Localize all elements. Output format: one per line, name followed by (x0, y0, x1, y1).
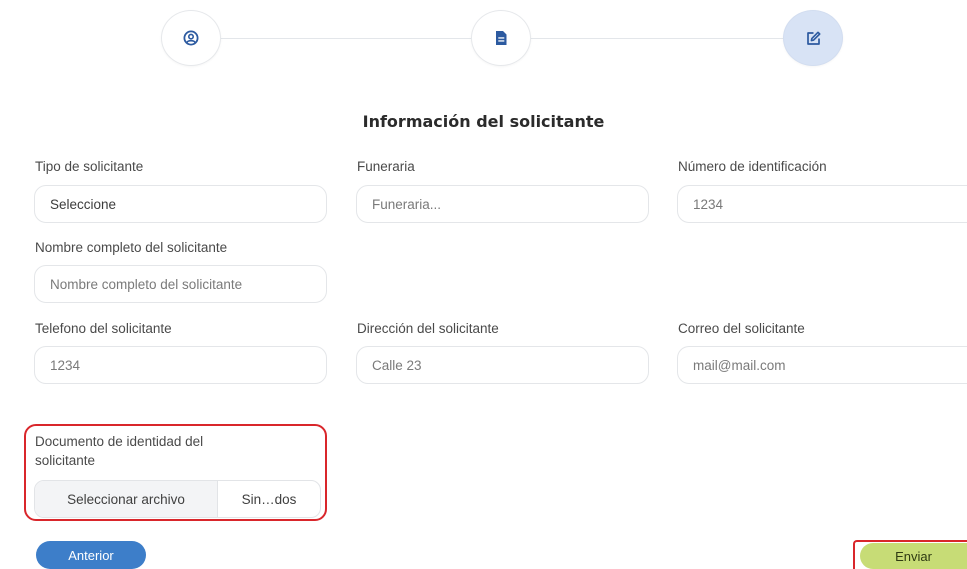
numero-identificacion-label: Número de identificación (678, 159, 827, 174)
file-status: Sin…dos (241, 491, 297, 507)
edit-icon (805, 30, 822, 47)
select-file-button[interactable]: Seleccionar archivo (35, 481, 218, 517)
nombre-completo-input[interactable] (34, 265, 327, 303)
documento-label-line2: solicitante (35, 453, 96, 468)
numero-identificacion-input[interactable] (677, 185, 967, 223)
step-document[interactable] (471, 10, 531, 66)
document-file-input[interactable]: Seleccionar archivo Sin…dos (34, 480, 321, 518)
funeraria-label: Funeraria (357, 159, 415, 174)
direccion-label: Dirección del solicitante (357, 321, 499, 336)
stepper-connector-2 (531, 38, 783, 39)
correo-input[interactable] (677, 346, 967, 384)
tipo-solicitante-label: Tipo de solicitante (35, 159, 144, 174)
user-circle-icon (183, 30, 199, 46)
stepper-connector-1 (221, 38, 471, 39)
telefono-input[interactable] (34, 346, 327, 384)
tipo-solicitante-select[interactable]: Seleccione (34, 185, 327, 223)
nombre-completo-label: Nombre completo del solicitante (35, 240, 228, 255)
previous-button[interactable]: Anterior (36, 541, 146, 569)
documento-label-line1: Documento de identidad del (35, 434, 204, 449)
tipo-solicitante-value: Seleccione (50, 196, 117, 212)
document-icon (494, 30, 508, 46)
funeraria-input[interactable] (356, 185, 649, 223)
correo-label: Correo del solicitante (678, 321, 805, 336)
section-title: Información del solicitante (362, 112, 605, 131)
send-button[interactable]: Enviar (860, 543, 967, 569)
direccion-input[interactable] (356, 346, 649, 384)
telefono-label: Telefono del solicitante (35, 321, 172, 336)
step-applicant[interactable] (161, 10, 221, 66)
step-edit[interactable] (783, 10, 843, 66)
